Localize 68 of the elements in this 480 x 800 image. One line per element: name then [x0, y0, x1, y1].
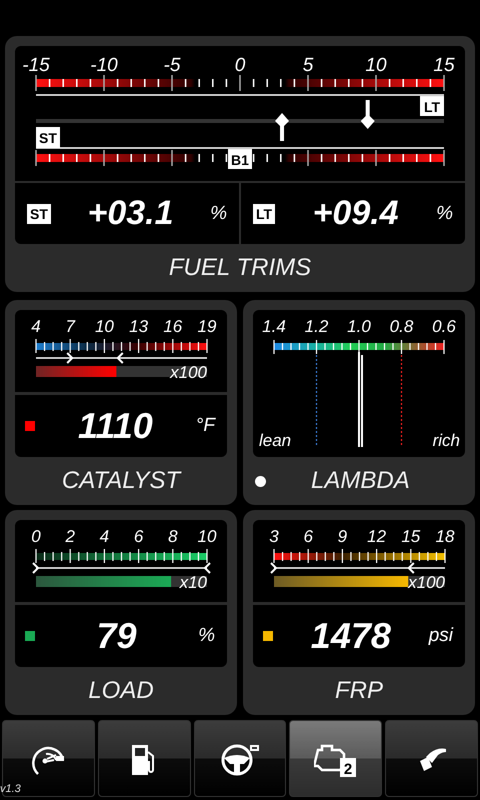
- scale-label: 0: [234, 55, 246, 76]
- unit-label: °F: [196, 415, 215, 437]
- chevron-marker: [116, 352, 124, 364]
- gauge-value: 79: [96, 615, 138, 657]
- scale-label: 18: [436, 527, 454, 546]
- unit-label: %: [198, 625, 215, 647]
- scale-label: 15: [401, 527, 420, 546]
- panel-title: LAMBDA: [311, 467, 410, 495]
- scale-label: 2: [65, 527, 75, 546]
- chevron-marker: [204, 562, 211, 574]
- scale-label: 0: [31, 527, 41, 546]
- st-tag: ST: [36, 127, 60, 148]
- bank-tag: B1: [228, 149, 252, 169]
- chevron-marker: [32, 562, 40, 574]
- scale-label: 10: [365, 55, 387, 76]
- scale-label: 6: [303, 527, 313, 546]
- version-label: v1.3: [0, 783, 21, 795]
- trim-value: +03.1: [86, 194, 174, 233]
- scale-label: 4: [31, 317, 41, 336]
- rich-label: rich: [432, 431, 460, 450]
- nav-tab[interactable]: [194, 720, 286, 797]
- scale-label: 1.4: [262, 317, 286, 336]
- nav-tab[interactable]: [2, 720, 95, 797]
- chevron-marker: [66, 352, 74, 364]
- panel-title: FUEL TRIMS: [168, 254, 312, 282]
- multiplier-label: x10: [180, 573, 207, 592]
- scale-label: 0.6: [432, 317, 456, 336]
- nav-tab[interactable]: [98, 720, 191, 797]
- chevron-marker: [270, 562, 278, 574]
- chevron-marker: [407, 562, 414, 574]
- unit-label: %: [210, 202, 227, 224]
- multiplier-label: x100: [408, 573, 445, 592]
- scale-label: 8: [168, 527, 178, 546]
- scale-label: -10: [90, 55, 118, 76]
- lt-tag: LT: [420, 96, 444, 116]
- scale-label: 15: [433, 55, 455, 76]
- trim-value: +09.4: [312, 194, 400, 233]
- scale-label: 4: [100, 527, 110, 546]
- gauge-value: 1110: [77, 405, 154, 447]
- gauge-value: 1478: [310, 615, 392, 657]
- nav-tab[interactable]: [385, 720, 478, 797]
- scale-label: 13: [129, 317, 148, 336]
- scale-label: 7: [65, 317, 75, 336]
- scale-label: 6: [134, 527, 144, 546]
- scale-label: 10: [198, 527, 216, 546]
- scale-label: 5: [302, 55, 314, 76]
- unit-label: %: [436, 202, 453, 224]
- scale-label: 12: [367, 527, 386, 546]
- scale-label: 19: [198, 317, 216, 336]
- scale-label: 1.0: [347, 317, 371, 336]
- panel-title: FRP: [335, 677, 383, 705]
- scale-label: 1.2: [304, 317, 328, 336]
- scale-label: 3: [269, 527, 279, 546]
- multiplier-label: x100: [170, 363, 207, 382]
- panel-title: CATALYST: [62, 467, 180, 495]
- unit-label: psi: [428, 625, 453, 647]
- steering-wheel-icon: [220, 742, 260, 776]
- trim-tag: LT: [253, 204, 276, 224]
- scale-label: -5: [164, 55, 180, 76]
- trim-tag: ST: [27, 204, 51, 224]
- scale-label: 0.8: [390, 317, 414, 336]
- scale-label: 9: [338, 527, 348, 546]
- nav-tab[interactable]: 2: [289, 720, 382, 797]
- scale-label: 10: [94, 317, 114, 336]
- panel-title: LOAD: [88, 677, 154, 705]
- lean-label: lean: [259, 431, 292, 450]
- scale-label: 16: [163, 317, 182, 336]
- scale-label: -15: [22, 55, 50, 76]
